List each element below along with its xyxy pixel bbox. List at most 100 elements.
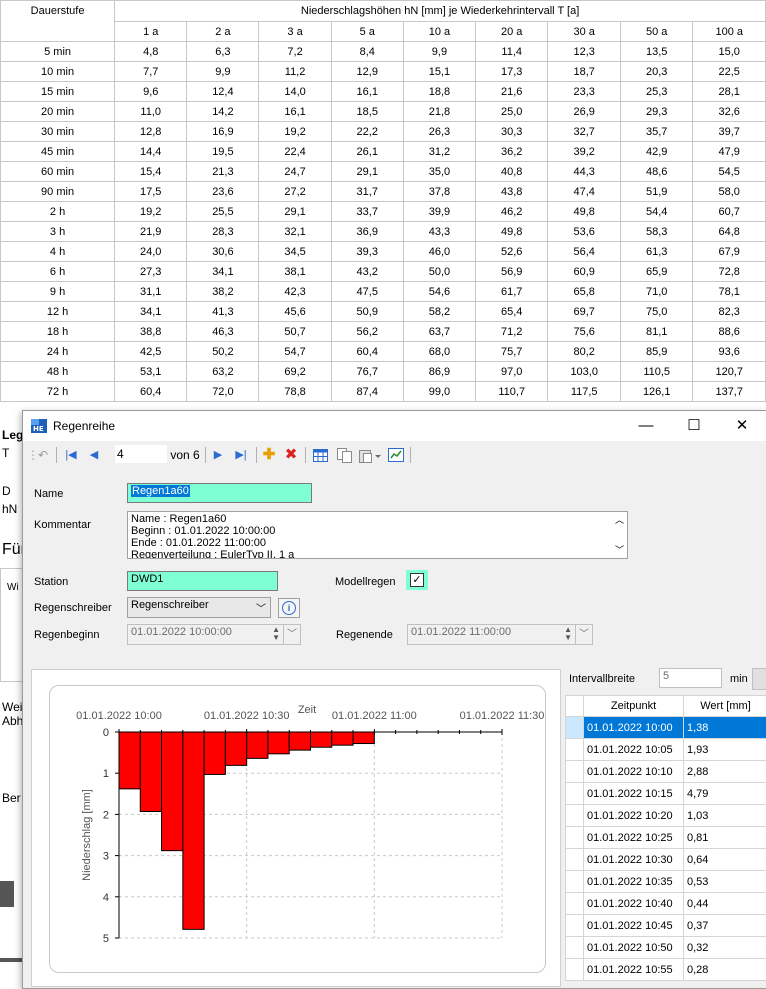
rain-gauge-select[interactable]: Regenschreiber ﹀ bbox=[127, 597, 271, 618]
period-header: 2 a bbox=[187, 22, 259, 42]
row-selector[interactable] bbox=[566, 849, 584, 871]
row-selector[interactable] bbox=[566, 915, 584, 937]
grid-row[interactable]: 01.01.2022 10:001,38 bbox=[566, 717, 766, 739]
table-row: 48 h53,163,269,276,786,997,0103,0110,512… bbox=[1, 362, 766, 382]
model-rain-checkbox[interactable]: ✓ bbox=[406, 570, 428, 590]
grid-value-cell[interactable]: 2,88 bbox=[684, 761, 766, 783]
grid-row[interactable]: 01.01.2022 10:300,64 bbox=[566, 849, 766, 871]
grid-row[interactable]: 01.01.2022 10:550,28 bbox=[566, 959, 766, 981]
grid-header-time[interactable]: Zeitpunkt bbox=[584, 696, 684, 717]
maximize-button[interactable]: ☐ bbox=[671, 411, 717, 441]
grid-value-cell[interactable]: 1,38 bbox=[684, 717, 766, 739]
depth-cell: 42,9 bbox=[620, 142, 693, 162]
grid-time-cell[interactable]: 01.01.2022 10:20 bbox=[584, 805, 684, 827]
depth-cell: 32,6 bbox=[693, 102, 766, 122]
grid-value-cell[interactable]: 0,32 bbox=[684, 937, 766, 959]
move-previous-icon[interactable]: ◀ bbox=[87, 446, 101, 464]
bg-text-wi: Wi bbox=[7, 582, 19, 593]
depth-cell: 50,2 bbox=[187, 342, 259, 362]
grid-row[interactable]: 01.01.2022 10:400,44 bbox=[566, 893, 766, 915]
name-input[interactable]: Regen1a60 bbox=[127, 483, 312, 503]
row-selector[interactable] bbox=[566, 783, 584, 805]
grid-time-cell[interactable]: 01.01.2022 10:30 bbox=[584, 849, 684, 871]
station-input[interactable]: DWD1 bbox=[127, 571, 278, 591]
interval-input[interactable]: 5 bbox=[659, 668, 722, 688]
spin-updown-icon[interactable]: ▲▼ bbox=[272, 626, 280, 642]
scroll-up-icon[interactable]: ︿ bbox=[615, 514, 624, 526]
rain-start-datetime[interactable]: 01.01.2022 10:00:00 ▲▼ ﹀ bbox=[127, 624, 301, 645]
grid-header-value[interactable]: Wert [mm] bbox=[684, 696, 766, 717]
move-next-icon[interactable]: ▶ bbox=[211, 446, 225, 464]
info-button[interactable]: i bbox=[278, 598, 300, 618]
spin-updown-icon[interactable]: ▲▼ bbox=[564, 626, 572, 642]
grid-time-cell[interactable]: 01.01.2022 10:00 bbox=[584, 717, 684, 739]
move-first-icon[interactable]: |◀ bbox=[63, 446, 79, 464]
depth-cell: 117,5 bbox=[548, 382, 621, 402]
grid-time-cell[interactable]: 01.01.2022 10:40 bbox=[584, 893, 684, 915]
grid-value-cell[interactable]: 0,37 bbox=[684, 915, 766, 937]
grid-value-cell[interactable]: 0,28 bbox=[684, 959, 766, 981]
grid-time-cell[interactable]: 01.01.2022 10:55 bbox=[584, 959, 684, 981]
row-selector[interactable] bbox=[566, 761, 584, 783]
grid-row[interactable]: 01.01.2022 10:350,53 bbox=[566, 871, 766, 893]
record-position-input[interactable] bbox=[115, 445, 167, 463]
grid-value-cell[interactable]: 0,53 bbox=[684, 871, 766, 893]
grid-time-cell[interactable]: 01.01.2022 10:35 bbox=[584, 871, 684, 893]
comment-scrollbar[interactable]: ︿ ﹀ bbox=[611, 512, 627, 558]
grid-value-cell[interactable]: 0,44 bbox=[684, 893, 766, 915]
scroll-down-icon[interactable]: ﹀ bbox=[615, 544, 624, 556]
grid-time-cell[interactable]: 01.01.2022 10:45 bbox=[584, 915, 684, 937]
rain-values-grid[interactable]: Zeitpunkt Wert [mm] 01.01.2022 10:001,38… bbox=[565, 695, 766, 981]
grid-row[interactable]: 01.01.2022 10:051,93 bbox=[566, 739, 766, 761]
minimize-button[interactable]: — bbox=[623, 411, 669, 441]
table-row: 15 min9,612,414,016,118,821,623,325,328,… bbox=[1, 82, 766, 102]
grid-value-cell[interactable]: 1,93 bbox=[684, 739, 766, 761]
grid-time-cell[interactable]: 01.01.2022 10:10 bbox=[584, 761, 684, 783]
grid-time-cell[interactable]: 01.01.2022 10:15 bbox=[584, 783, 684, 805]
grid-row[interactable]: 01.01.2022 10:102,88 bbox=[566, 761, 766, 783]
depth-cell: 21,8 bbox=[403, 102, 475, 122]
chevron-down-icon[interactable]: ﹀ bbox=[283, 625, 300, 644]
grid-time-cell[interactable]: 01.01.2022 10:50 bbox=[584, 937, 684, 959]
add-new-icon[interactable]: ✚ bbox=[261, 446, 277, 464]
rain-gauge-value: Regenschreiber bbox=[131, 599, 209, 611]
table-view-icon[interactable] bbox=[313, 449, 328, 462]
depth-cell: 54,5 bbox=[693, 162, 766, 182]
row-selector[interactable] bbox=[566, 959, 584, 981]
undo-icon[interactable]: ↶ bbox=[35, 446, 51, 464]
row-selector[interactable] bbox=[566, 937, 584, 959]
grid-value-cell[interactable]: 4,79 bbox=[684, 783, 766, 805]
grid-value-cell[interactable]: 0,81 bbox=[684, 827, 766, 849]
row-selector[interactable] bbox=[566, 739, 584, 761]
table-row: 12 h34,141,345,650,958,265,469,775,082,3 bbox=[1, 302, 766, 322]
copy-icon[interactable] bbox=[337, 448, 352, 463]
paste-dropdown-icon[interactable] bbox=[359, 448, 381, 463]
row-selector[interactable] bbox=[566, 827, 584, 849]
interval-apply-button[interactable] bbox=[752, 668, 766, 690]
row-selector[interactable] bbox=[566, 717, 584, 739]
grid-value-cell[interactable]: 0,64 bbox=[684, 849, 766, 871]
delete-icon[interactable]: ✖ bbox=[283, 446, 299, 464]
row-selector[interactable] bbox=[566, 893, 584, 915]
chevron-down-icon[interactable]: ﹀ bbox=[575, 625, 592, 644]
depth-cell: 16,9 bbox=[187, 122, 259, 142]
grid-value-cell[interactable]: 1,03 bbox=[684, 805, 766, 827]
title-bar[interactable]: HE Regenreihe — ☐ ✕ bbox=[23, 411, 766, 441]
depth-cell: 78,1 bbox=[693, 282, 766, 302]
grid-row[interactable]: 01.01.2022 10:201,03 bbox=[566, 805, 766, 827]
grid-row[interactable]: 01.01.2022 10:250,81 bbox=[566, 827, 766, 849]
row-selector[interactable] bbox=[566, 805, 584, 827]
close-button[interactable]: ✕ bbox=[719, 411, 765, 441]
comment-textarea[interactable]: Name : Regen1a60 Beginn : 01.01.2022 10:… bbox=[127, 511, 628, 559]
grid-row[interactable]: 01.01.2022 10:500,32 bbox=[566, 937, 766, 959]
chart-settings-icon[interactable] bbox=[388, 448, 404, 462]
row-selector[interactable] bbox=[566, 871, 584, 893]
rain-bar bbox=[183, 732, 204, 929]
grid-row[interactable]: 01.01.2022 10:154,79 bbox=[566, 783, 766, 805]
grid-row[interactable]: 01.01.2022 10:450,37 bbox=[566, 915, 766, 937]
grid-time-cell[interactable]: 01.01.2022 10:25 bbox=[584, 827, 684, 849]
grid-time-cell[interactable]: 01.01.2022 10:05 bbox=[584, 739, 684, 761]
move-last-icon[interactable]: ▶| bbox=[233, 446, 249, 464]
rain-end-datetime[interactable]: 01.01.2022 11:00:00 ▲▼ ﹀ bbox=[407, 624, 593, 645]
y-tick-label: 1 bbox=[103, 768, 109, 780]
